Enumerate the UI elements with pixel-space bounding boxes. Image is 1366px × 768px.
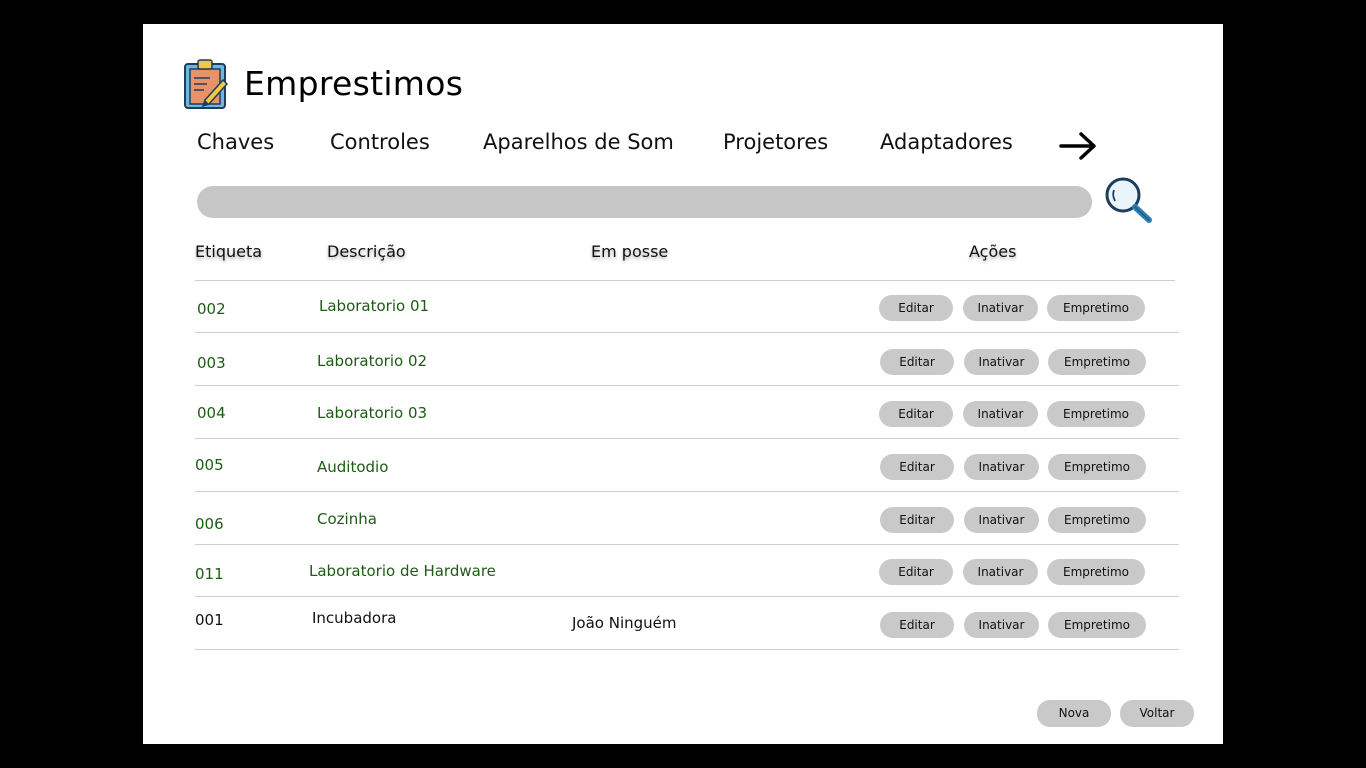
table-row: 011 Laboratorio de Hardware Editar Inati… xyxy=(193,546,1179,598)
tab-chaves[interactable]: Chaves xyxy=(197,130,274,154)
loan-button[interactable]: Empretimo xyxy=(1048,349,1146,375)
cell-descricao: Cozinha xyxy=(317,510,377,528)
loan-button[interactable]: Empretimo xyxy=(1047,559,1145,585)
loan-button[interactable]: Empretimo xyxy=(1047,401,1145,427)
row-divider xyxy=(195,544,1179,545)
row-divider xyxy=(195,649,1179,650)
page-title: Emprestimos xyxy=(244,64,464,103)
table-row: 001 Incubadora João Ninguém Editar Inati… xyxy=(193,598,1179,650)
table-row: 003 Laboratorio 02 Editar Inativar Empre… xyxy=(193,334,1179,386)
table-row: 004 Laboratorio 03 Editar Inativar Empre… xyxy=(193,387,1179,439)
header-divider xyxy=(195,280,1175,281)
loan-button[interactable]: Empretimo xyxy=(1048,454,1146,480)
cell-descricao: Laboratorio de Hardware xyxy=(309,562,496,580)
cell-descricao: Laboratorio 02 xyxy=(317,352,428,370)
inactivate-button[interactable]: Inativar xyxy=(963,559,1038,585)
cell-descricao: Laboratorio 03 xyxy=(317,404,428,422)
table-row: 005 Auditodio Editar Inativar Empretimo xyxy=(193,440,1179,492)
loan-button[interactable]: Empretimo xyxy=(1048,507,1146,533)
inactivate-button[interactable]: Inativar xyxy=(964,507,1039,533)
inactivate-button[interactable]: Inativar xyxy=(964,349,1039,375)
table-row: 006 Cozinha Editar Inativar Empretimo xyxy=(193,493,1179,545)
inactivate-button[interactable]: Inativar xyxy=(963,295,1038,321)
cell-descricao: Auditodio xyxy=(317,458,389,476)
magnifier-icon[interactable] xyxy=(1103,176,1153,224)
edit-button[interactable]: Editar xyxy=(879,295,953,321)
edit-button[interactable]: Editar xyxy=(879,559,953,585)
cell-etiqueta: 001 xyxy=(195,611,224,629)
new-button[interactable]: Nova xyxy=(1037,700,1111,727)
loan-button[interactable]: Empretimo xyxy=(1047,295,1145,321)
tab-adaptadores[interactable]: Adaptadores xyxy=(880,130,1013,154)
inactivate-button[interactable]: Inativar xyxy=(964,612,1039,638)
main-panel: Emprestimos Chaves Controles Aparelhos d… xyxy=(143,24,1223,744)
cell-etiqueta: 006 xyxy=(195,515,224,533)
cell-etiqueta: 011 xyxy=(195,565,224,583)
back-button[interactable]: Voltar xyxy=(1120,700,1194,727)
cell-etiqueta: 002 xyxy=(197,300,226,318)
edit-button[interactable]: Editar xyxy=(879,401,953,427)
loan-button[interactable]: Empretimo xyxy=(1048,612,1146,638)
cell-etiqueta: 004 xyxy=(197,404,226,422)
search-input[interactable] xyxy=(197,186,1092,218)
column-header-acoes: Ações xyxy=(969,242,1017,261)
cell-descricao: Incubadora xyxy=(312,609,397,627)
row-divider xyxy=(195,332,1179,333)
table-row: 002 Laboratorio 01 Editar Inativar Empre… xyxy=(193,282,1179,334)
arrow-right-icon[interactable] xyxy=(1059,128,1099,164)
tab-controles[interactable]: Controles xyxy=(330,130,430,154)
inactivate-button[interactable]: Inativar xyxy=(964,454,1039,480)
edit-button[interactable]: Editar xyxy=(880,454,954,480)
edit-button[interactable]: Editar xyxy=(880,349,954,375)
column-header-etiqueta: Etiqueta xyxy=(195,242,263,261)
tab-projetores[interactable]: Projetores xyxy=(723,130,828,154)
cell-em-posse: João Ninguém xyxy=(572,614,677,632)
tab-aparelhos-de-som[interactable]: Aparelhos de Som xyxy=(483,130,674,154)
cell-etiqueta: 005 xyxy=(195,456,224,474)
cell-descricao: Laboratorio 01 xyxy=(319,297,430,315)
column-header-em-posse: Em posse xyxy=(591,242,669,261)
row-divider xyxy=(195,596,1179,597)
cell-etiqueta: 003 xyxy=(197,354,226,372)
clipboard-pencil-icon xyxy=(184,59,229,109)
column-header-descricao: Descrição xyxy=(327,242,406,261)
edit-button[interactable]: Editar xyxy=(880,612,954,638)
row-divider xyxy=(195,438,1179,439)
row-divider xyxy=(195,385,1179,386)
edit-button[interactable]: Editar xyxy=(880,507,954,533)
row-divider xyxy=(195,491,1179,492)
inactivate-button[interactable]: Inativar xyxy=(963,401,1038,427)
